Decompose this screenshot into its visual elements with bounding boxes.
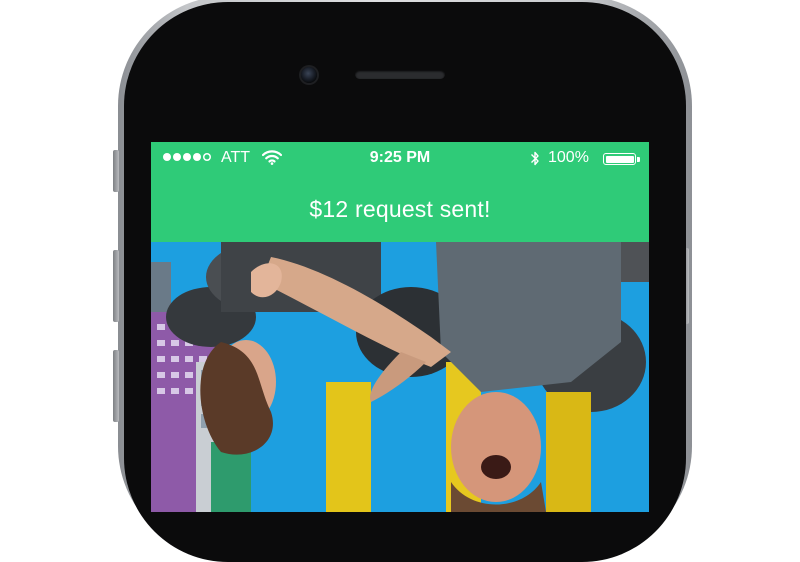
bluetooth-icon [530,150,540,172]
volume-down-button [113,350,119,422]
battery-percent: 100% [548,149,589,166]
mute-switch [113,150,119,192]
front-camera-icon [301,67,317,83]
volume-up-button [113,250,119,322]
banner-message: $12 request sent! [309,195,491,222]
status-bar: ATT 9:25 PM 100% [151,142,649,176]
earpiece-speaker [355,70,445,79]
phone-screen: ATT 9:25 PM 100% $12 request sent! [151,142,649,512]
battery-full-icon [603,153,640,165]
request-sent-banner: $12 request sent! [151,176,649,242]
roller-coaster-photo [151,242,649,512]
